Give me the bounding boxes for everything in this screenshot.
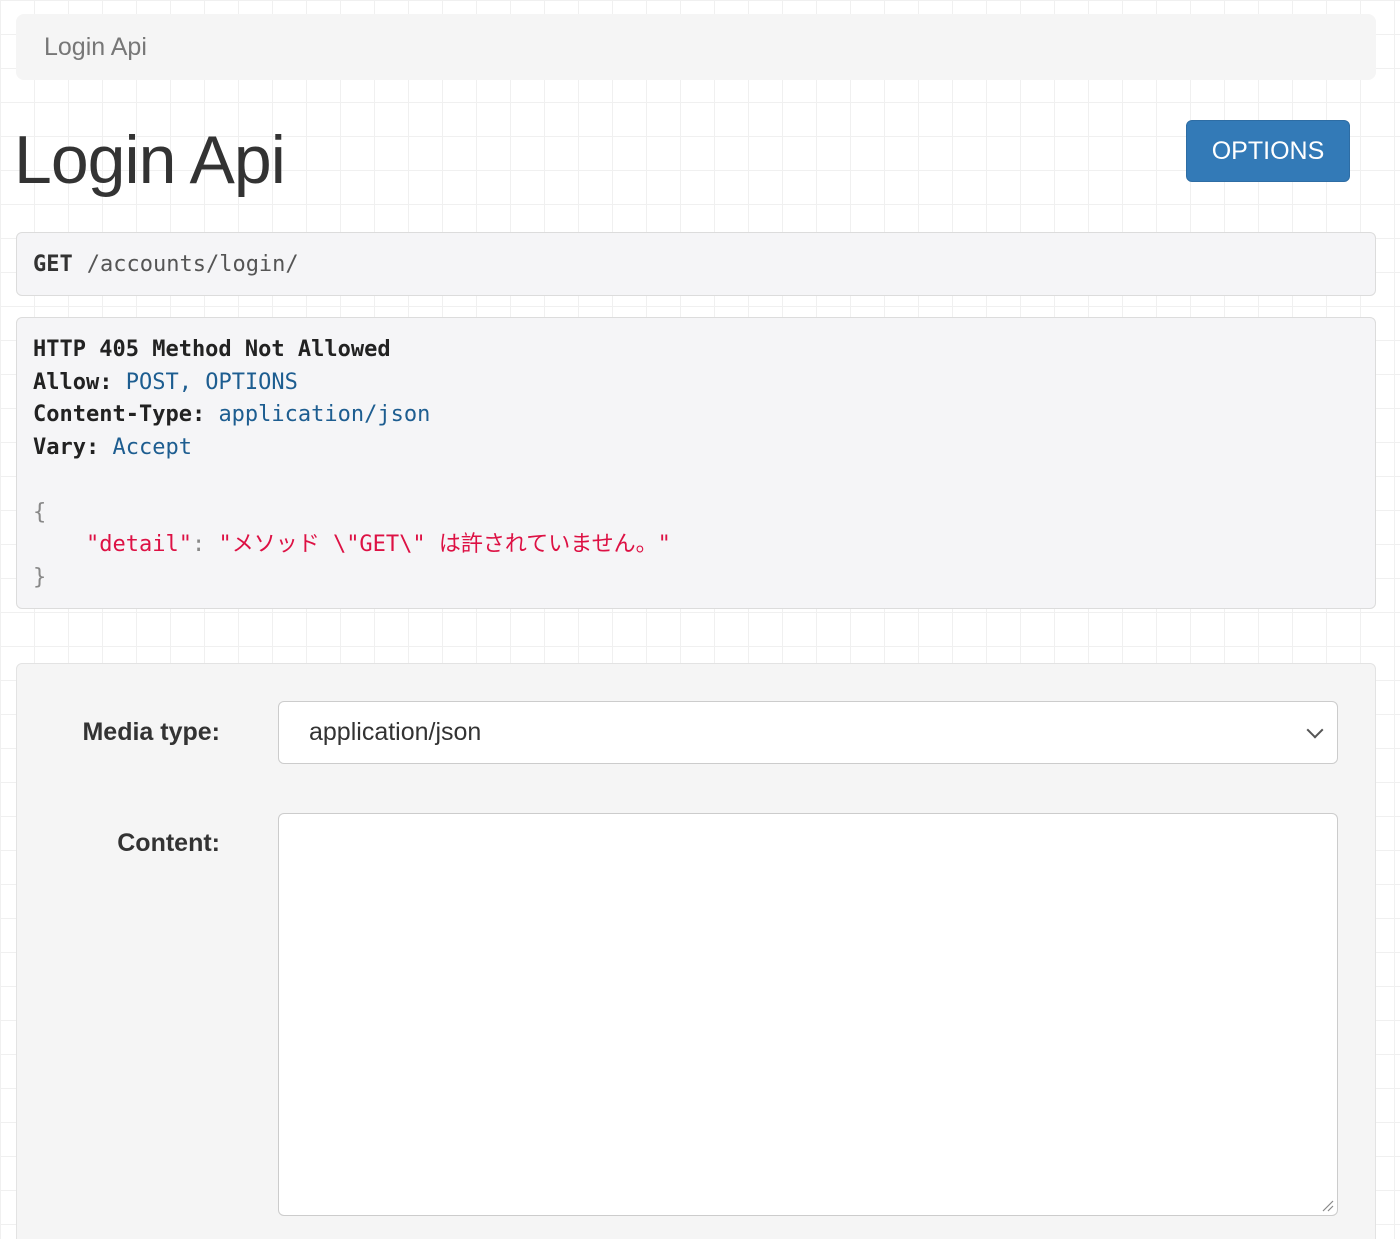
request-info: GET /accounts/login/ (16, 232, 1376, 296)
page-title: Login Api (14, 122, 286, 198)
header-value: Accept (112, 434, 192, 460)
header-value: application/json (218, 402, 431, 427)
resize-handle-icon[interactable] (1320, 1198, 1334, 1212)
header-name: Allow: (33, 369, 113, 395)
request-method: GET (33, 251, 73, 277)
request-url: /accounts/login/ (86, 251, 299, 277)
json-open-brace: { (33, 499, 47, 525)
response-header-vary: Vary: Accept (33, 432, 1359, 465)
response-header-allow: Allow: POST, OPTIONS (33, 367, 1359, 400)
response-status: HTTP 405 Method Not Allowed (33, 337, 391, 362)
response-header-content-type: Content-Type: application/json (33, 399, 1359, 432)
content-textarea[interactable] (278, 813, 1338, 1216)
chevron-down-icon (1306, 721, 1324, 738)
json-colon: : (191, 532, 219, 557)
header-name: Content-Type: (33, 402, 206, 427)
breadcrumb-item-current[interactable]: Login Api (44, 33, 147, 62)
json-key-detail: "detail" (85, 532, 192, 557)
options-button[interactable]: OPTIONS (1186, 120, 1350, 182)
media-type-select[interactable]: application/json (278, 701, 1338, 764)
content-label: Content: (117, 829, 220, 857)
media-type-label: Media type: (82, 718, 220, 746)
header-value: POST, OPTIONS (125, 369, 298, 395)
json-close-brace: } (33, 564, 47, 590)
json-value-detail: "メソッド \"GET\" は許されていません。" (218, 532, 671, 557)
breadcrumb: Login Api (16, 14, 1376, 80)
header-name: Vary: (33, 434, 100, 460)
response-info: HTTP 405 Method Not Allowed Allow: POST,… (16, 317, 1376, 609)
media-type-selected-value: application/json (309, 718, 482, 746)
